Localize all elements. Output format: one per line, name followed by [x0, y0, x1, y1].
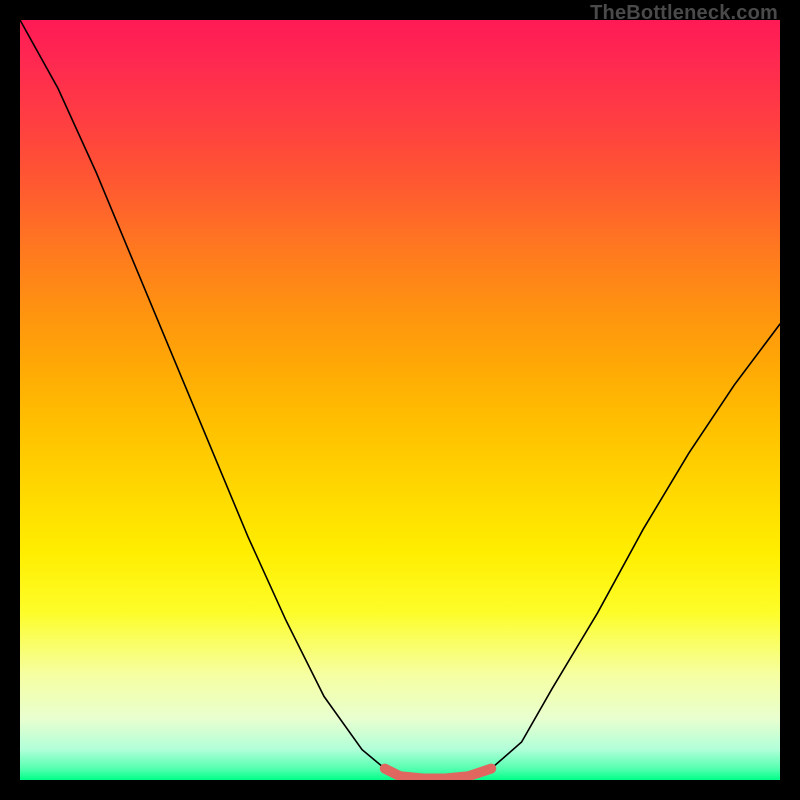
chart-svg	[20, 20, 780, 780]
plot-area	[20, 20, 780, 780]
watermark-text: TheBottleneck.com	[590, 2, 778, 25]
bottleneck-curve	[20, 20, 780, 778]
chart-frame: TheBottleneck.com	[0, 0, 800, 800]
optimal-range-highlight	[385, 769, 491, 779]
